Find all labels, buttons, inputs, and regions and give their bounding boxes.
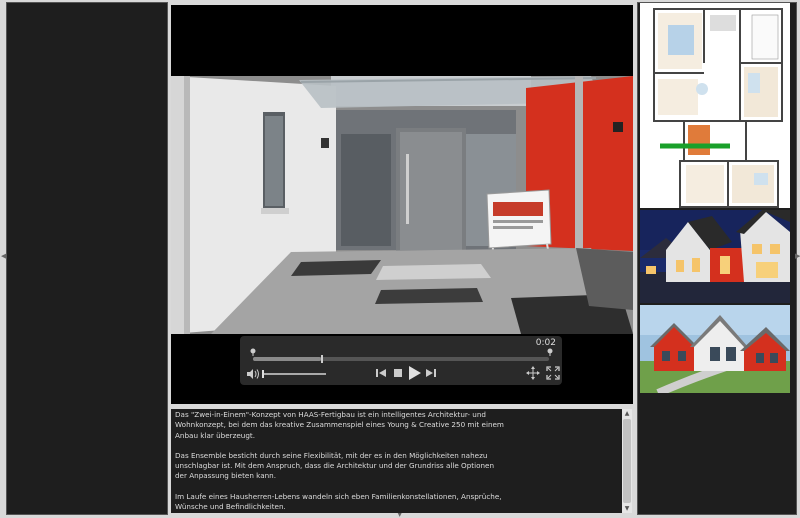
right-arrow-icon[interactable]: ▶ [795,252,800,260]
video-frame[interactable] [171,76,633,334]
location-pin-icon[interactable] [250,348,256,356]
scroll-thumb[interactable] [623,419,631,503]
thumbnail-house-night[interactable] [640,210,790,303]
left-side-panel [6,2,168,515]
volume-slider[interactable] [263,373,326,375]
skip-forward-icon[interactable] [424,366,438,380]
description-paragraph: Das Ensemble besticht durch seine Flexib… [175,450,495,481]
location-pin-icon[interactable] [547,348,553,356]
time-label: 0:02 [535,338,556,348]
player-controls: 0:02 [240,336,562,385]
volume-icon[interactable] [246,368,260,380]
play-icon[interactable] [406,365,422,381]
progress-fill [253,357,322,361]
scroll-up-icon[interactable]: ▲ [622,409,632,418]
description-text: Das "Zwei-in-Einem"-Konzept von HAAS-Fer… [171,409,509,512]
volume-handle[interactable] [262,370,264,378]
skip-back-icon[interactable] [374,366,388,380]
description-paragraph: Im Laufe eines Hausherren-Lebens wandeln… [175,491,502,512]
thumbnail-floorplan[interactable] [640,3,790,208]
progress-handle[interactable] [321,355,324,363]
thumbnail-house-day[interactable] [640,305,790,393]
description-paragraph: Das "Zwei-in-Einem"-Konzept von HAAS-Fer… [175,410,504,440]
description-scrollbar[interactable]: ▲ ▼ [622,409,632,513]
progress-bar[interactable] [253,355,549,363]
stop-icon[interactable] [391,366,405,380]
description-box: Das "Zwei-in-Einem"-Konzept von HAAS-Fer… [171,409,622,513]
scroll-down-icon[interactable]: ▼ [622,504,632,513]
fullscreen-icon[interactable] [546,366,560,380]
left-arrow-icon[interactable]: ◀ [1,252,6,260]
move-icon[interactable] [526,366,540,380]
